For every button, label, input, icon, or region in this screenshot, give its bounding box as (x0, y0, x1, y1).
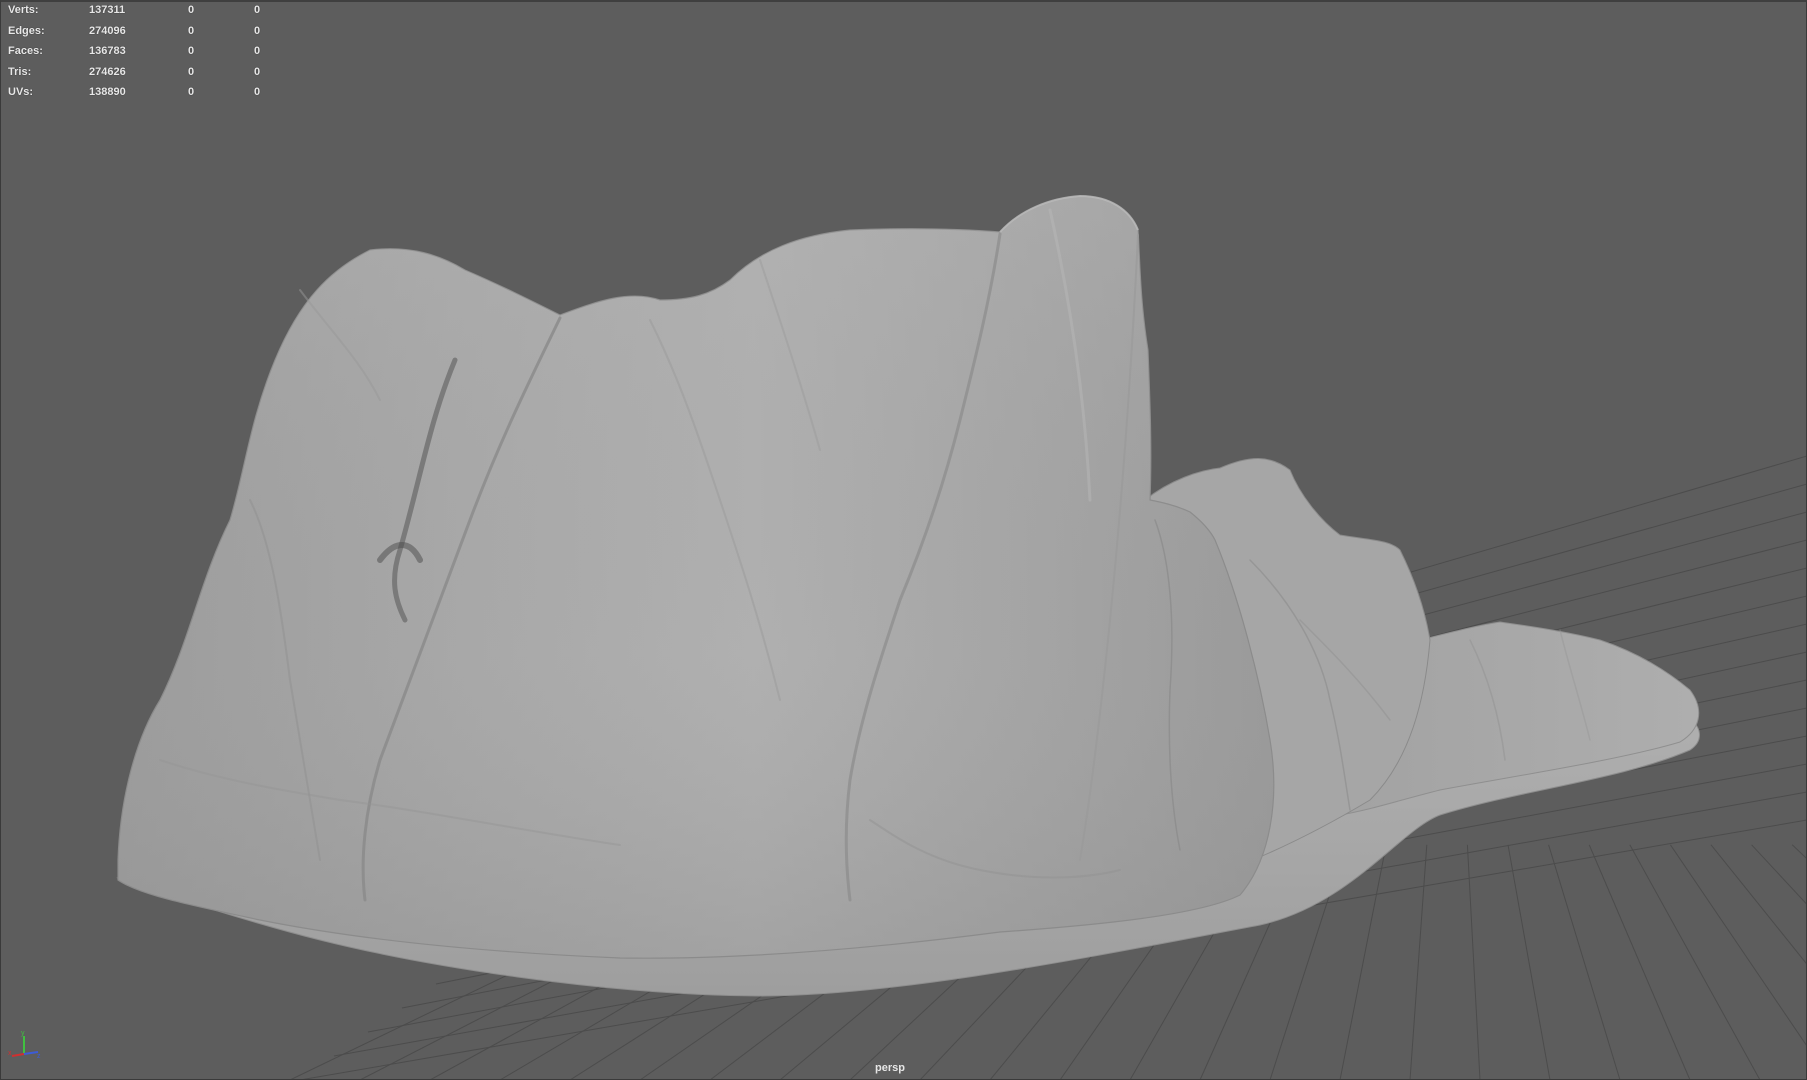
hud-count: 138890 (89, 86, 126, 99)
xyz-axis-icon: y x z (8, 1030, 41, 1060)
hud-selected: 0 (188, 65, 195, 78)
hud-label: Faces: (8, 45, 43, 58)
grid-line (1507, 844, 1551, 1080)
grid-line (1466, 844, 1481, 1080)
grid-line (1548, 844, 1621, 1080)
grid-line (1751, 844, 1807, 906)
camera-name-label: persp (875, 1062, 905, 1074)
hud-count: 136783 (89, 45, 126, 58)
scene-canvas[interactable] (0, 0, 1807, 1080)
grid-line (1409, 844, 1428, 1080)
hud-selected: 0 (188, 24, 195, 37)
hud-label: Tris: (8, 65, 32, 78)
hud-label: Verts: (8, 4, 39, 16)
hud-count: 137311 (89, 4, 126, 16)
hud-selected: 0 (188, 4, 195, 16)
hud-selected: 0 (188, 45, 195, 58)
hud-components: 0 (254, 86, 261, 99)
grid-line (1791, 844, 1807, 860)
hud-label: UVs: (8, 86, 34, 99)
svg-text:x: x (8, 1050, 12, 1057)
perspective-viewport[interactable]: Verts: 137311 0 0 Edges: 274096 0 0 Face… (0, 0, 1807, 1080)
hud-count: 274096 (89, 24, 126, 37)
hud-components: 0 (254, 45, 261, 58)
grid-line (1710, 844, 1807, 966)
hud-components: 0 (254, 24, 261, 37)
svg-text:y: y (21, 1030, 25, 1037)
hud-components: 0 (254, 65, 261, 78)
svg-text:z: z (37, 1053, 41, 1060)
hud-label: Edges: (8, 24, 45, 37)
hud-count: 274626 (89, 65, 126, 78)
grid-line (1669, 844, 1807, 1047)
hud-selected: 0 (188, 86, 195, 99)
hud-components: 0 (254, 4, 261, 16)
grid-line (1588, 844, 1691, 1080)
